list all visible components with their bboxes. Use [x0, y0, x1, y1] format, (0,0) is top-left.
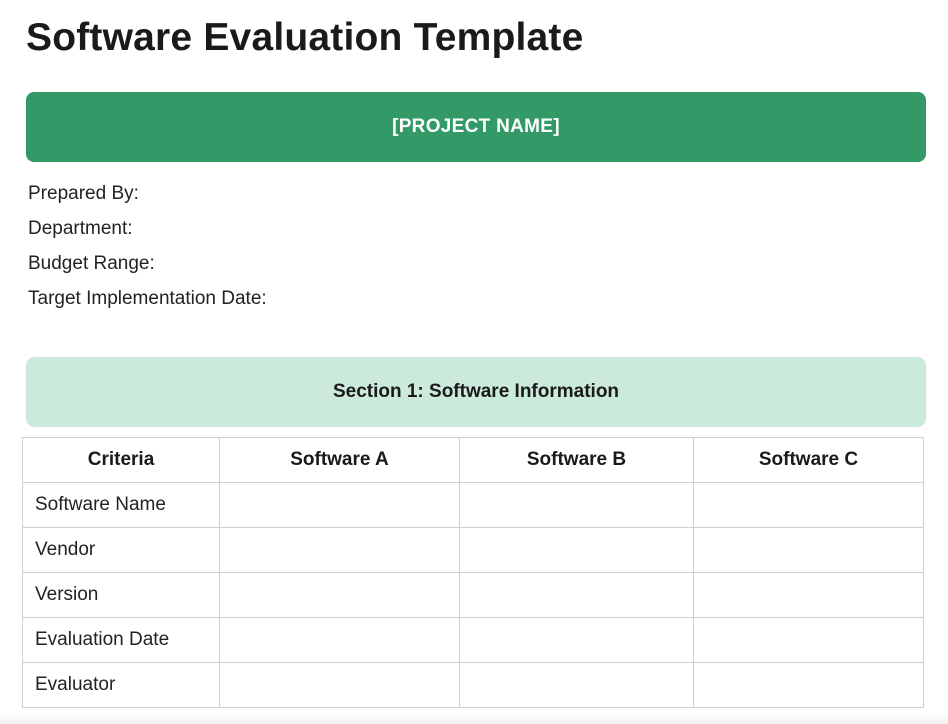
table-cell[interactable]: [219, 527, 460, 573]
row-label-vendor: Vendor: [22, 527, 220, 573]
table-cell[interactable]: [693, 662, 924, 708]
table-header-row: Criteria Software A Software B Software …: [22, 437, 924, 483]
project-name-banner: [PROJECT NAME]: [26, 92, 926, 162]
software-information-table: Criteria Software A Software B Software …: [22, 437, 924, 708]
table-cell[interactable]: [459, 572, 694, 618]
budget-range-field[interactable]: Budget Range:: [28, 246, 267, 281]
target-implementation-date-field[interactable]: Target Implementation Date:: [28, 281, 267, 316]
table-cell[interactable]: [459, 662, 694, 708]
table-row: Evaluation Date: [22, 617, 924, 663]
page-title: Software Evaluation Template: [26, 16, 584, 59]
department-field[interactable]: Department:: [28, 211, 267, 246]
row-label-software-name: Software Name: [22, 482, 220, 528]
document-meta-fields: Prepared By: Department: Budget Range: T…: [28, 176, 267, 316]
table-row: Evaluator: [22, 662, 924, 708]
section-title: Section 1: Software Information: [332, 381, 620, 402]
section-header: Section 1: Software Information: [26, 357, 926, 427]
prepared-by-field[interactable]: Prepared By:: [28, 176, 267, 211]
column-header-software-c: Software C: [693, 437, 924, 483]
row-label-evaluator: Evaluator: [22, 662, 220, 708]
project-name-label[interactable]: [PROJECT NAME]: [392, 116, 560, 138]
row-label-evaluation-date: Evaluation Date: [22, 617, 220, 663]
column-header-software-a: Software A: [219, 437, 460, 483]
row-label-version: Version: [22, 572, 220, 618]
table-cell[interactable]: [459, 527, 694, 573]
table-cell[interactable]: [219, 617, 460, 663]
table-cell[interactable]: [219, 572, 460, 618]
table-row: Vendor: [22, 527, 924, 573]
table-row: Software Name: [22, 482, 924, 528]
table-cell[interactable]: [459, 482, 694, 528]
table-cell[interactable]: [693, 572, 924, 618]
column-header-software-b: Software B: [459, 437, 694, 483]
table-cell[interactable]: [219, 662, 460, 708]
table-cell[interactable]: [693, 527, 924, 573]
table-cell[interactable]: [693, 482, 924, 528]
table-cell[interactable]: [459, 617, 694, 663]
column-header-criteria: Criteria: [22, 437, 220, 483]
table-row: Version: [22, 572, 924, 618]
table-cell[interactable]: [693, 617, 924, 663]
table-cell[interactable]: [219, 482, 460, 528]
page-bottom-shadow: [0, 712, 948, 724]
